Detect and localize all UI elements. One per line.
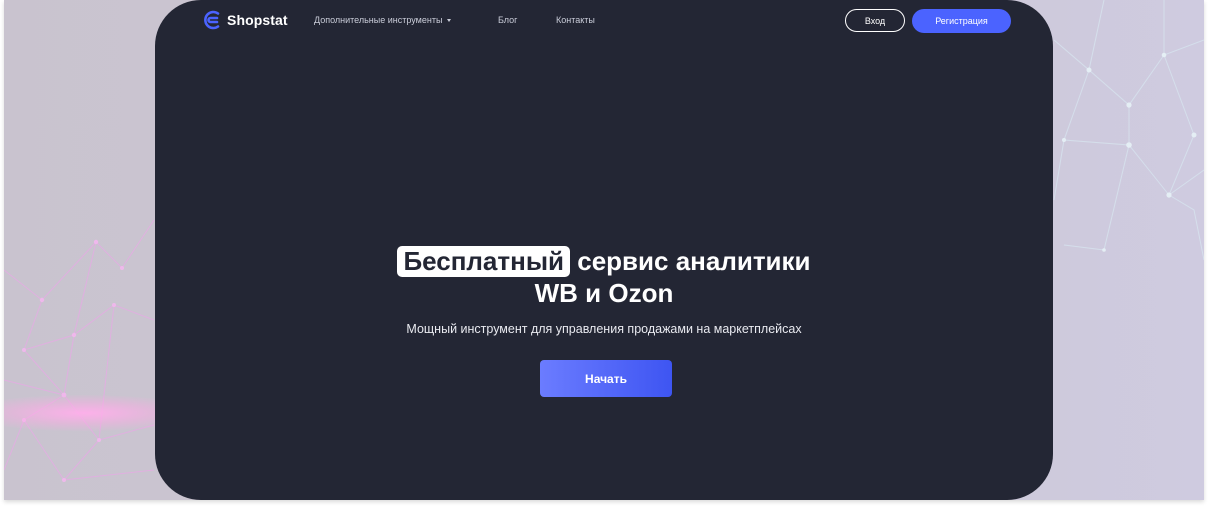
brand-logo[interactable]: Shopstat	[202, 9, 288, 31]
nav-item-tools-label: Дополнительные инструменты	[314, 15, 443, 25]
main-nav: Дополнительные инструменты Блог Контакты	[314, 15, 595, 25]
brand-name: Shopstat	[227, 12, 288, 28]
nav-item-blog[interactable]: Блог	[498, 15, 556, 25]
hero-title: Бесплатный сервис аналитики WB и Ozon	[155, 245, 1053, 309]
shopstat-logo-icon	[204, 10, 220, 30]
hero-section: Shopstat Дополнительные инструменты Блог…	[155, 0, 1053, 500]
hero-title-rest: сервис аналитики	[577, 246, 811, 276]
nav-item-blog-label: Блог	[498, 15, 518, 25]
login-button[interactable]: Вход	[845, 9, 905, 32]
hero-title-highlight: Бесплатный	[397, 246, 571, 277]
nav-item-tools[interactable]: Дополнительные инструменты	[314, 15, 498, 25]
caret-down-icon	[447, 18, 452, 22]
hero-title-line2: WB и Ozon	[534, 278, 674, 308]
page-frame: Shopstat Дополнительные инструменты Блог…	[4, 0, 1204, 500]
start-button[interactable]: Начать	[540, 360, 672, 397]
nav-item-contacts[interactable]: Контакты	[556, 15, 595, 25]
nav-item-contacts-label: Контакты	[556, 15, 595, 25]
register-button[interactable]: Регистрация	[912, 9, 1011, 33]
hero-subtitle: Мощный инструмент для управления продажа…	[406, 322, 802, 336]
